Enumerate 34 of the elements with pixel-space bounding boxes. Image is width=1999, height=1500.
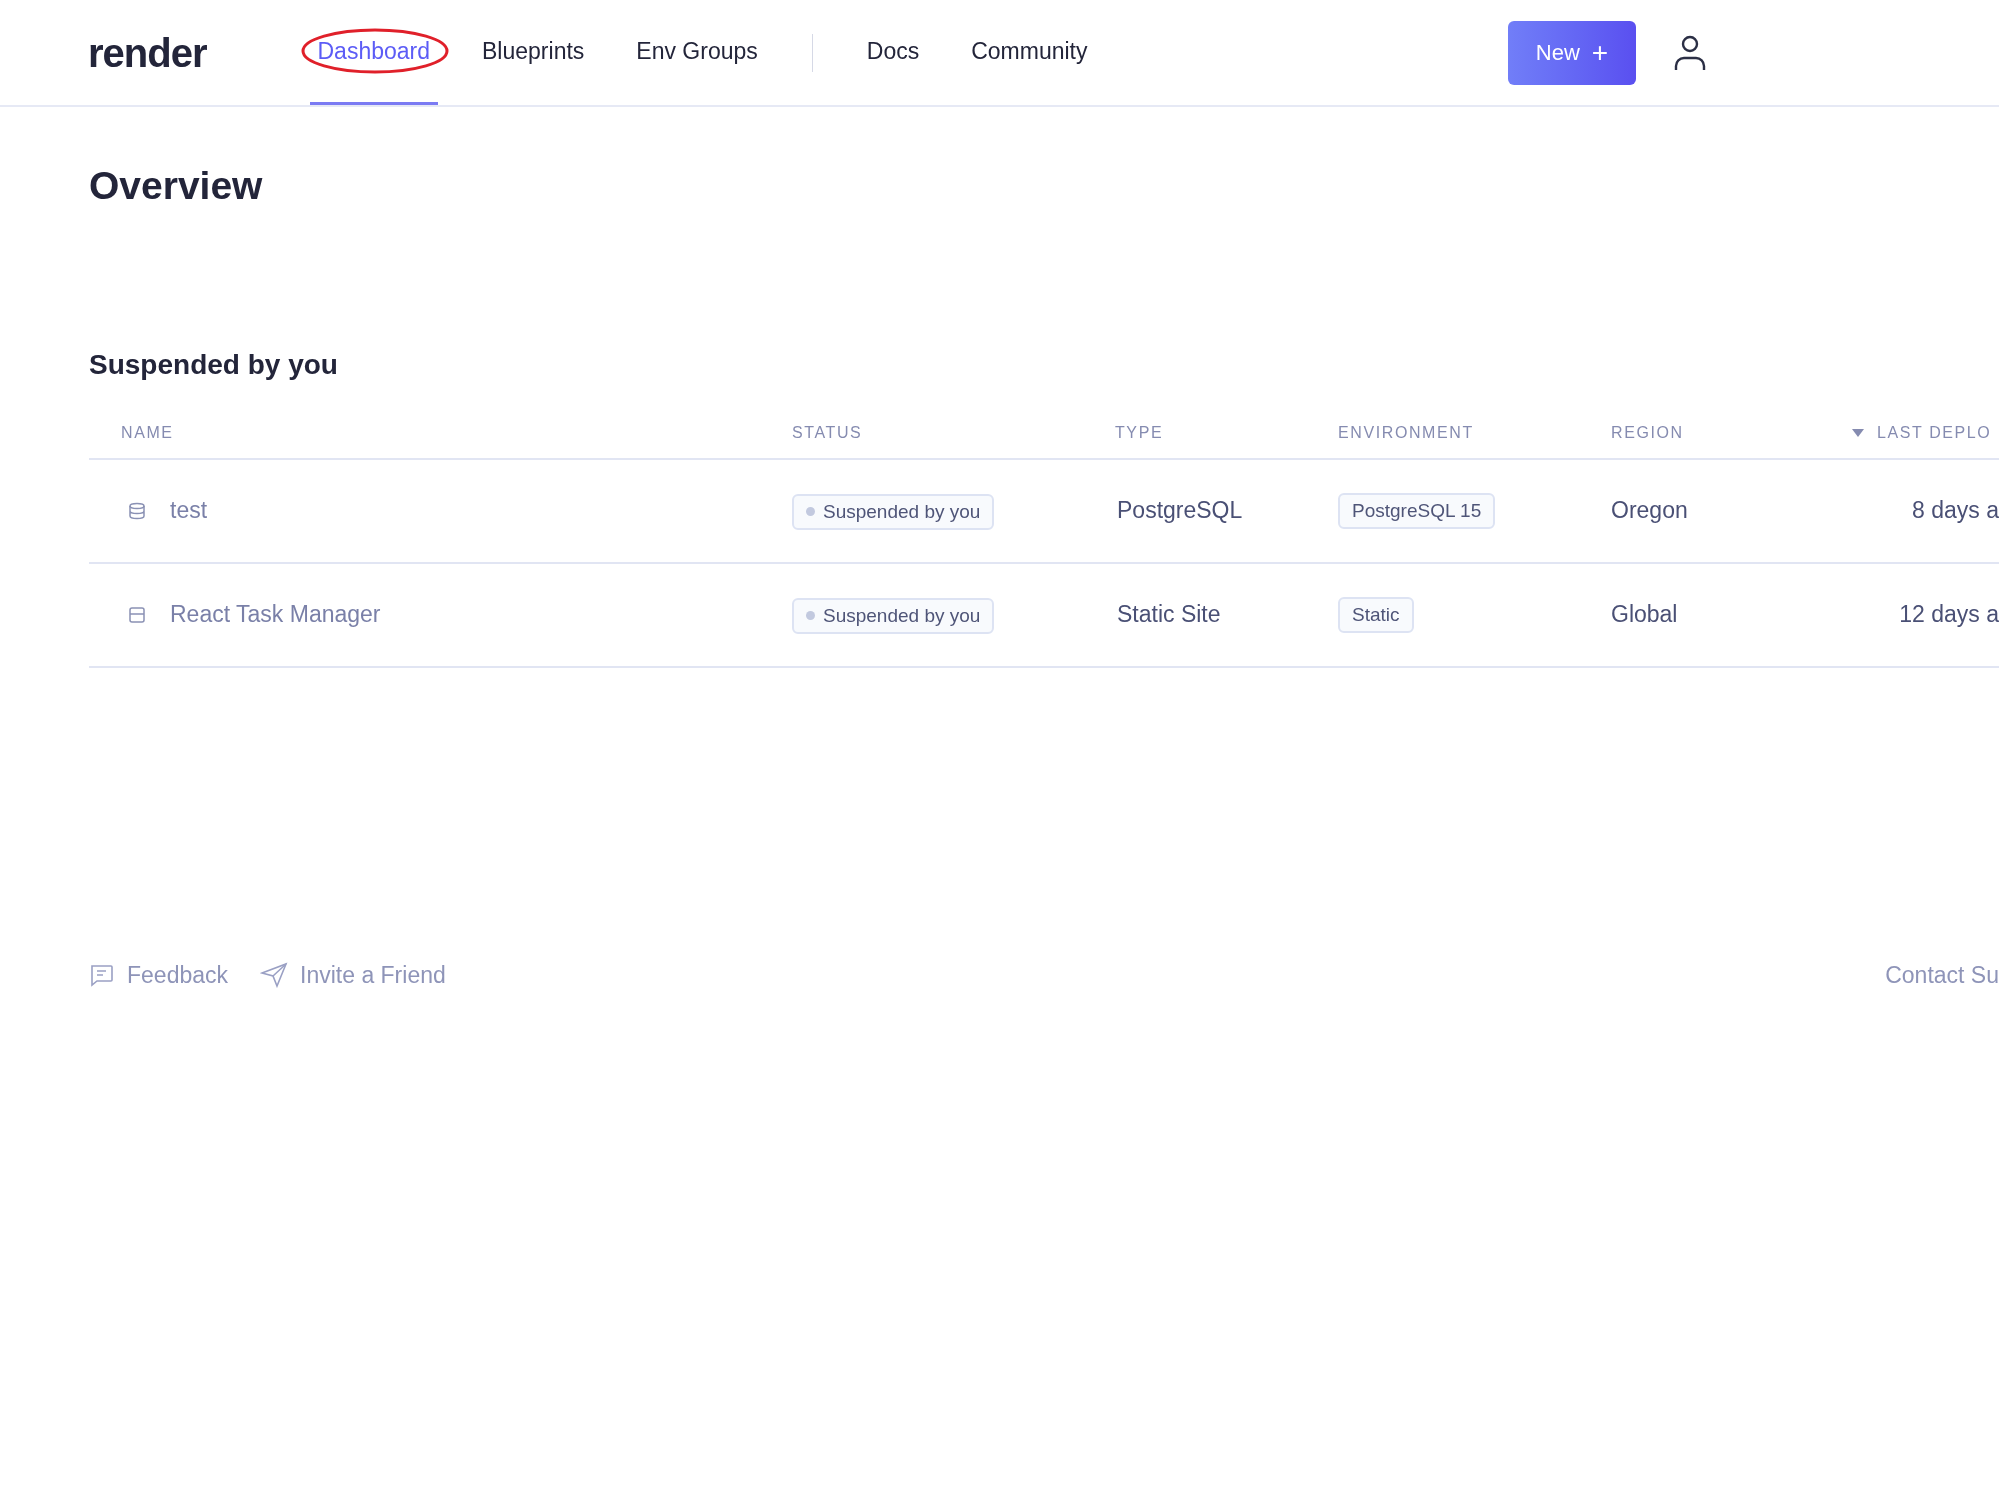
environment-tag: PostgreSQL 15 [1338, 493, 1496, 530]
nav-tab[interactable]: Env Groups [628, 0, 766, 105]
paper-plane-icon [260, 961, 288, 988]
column-header[interactable]: STATUS [792, 420, 1115, 445]
column-header[interactable]: LAST DEPLO [1851, 420, 1999, 445]
footer-link[interactable]: Invite a Friend [260, 957, 446, 992]
table-cell-text: PostgreSQL [1116, 496, 1244, 526]
page-title: Overview [89, 163, 264, 209]
logo[interactable]: render [88, 22, 207, 83]
nav-tab[interactable]: Dashboard [309, 0, 439, 105]
window-icon [128, 605, 146, 624]
status-badge: Suspended by you [792, 597, 995, 634]
table-cell-text: 8 days a [1911, 496, 1999, 526]
table-cell-text: 12 days a [1898, 600, 1999, 630]
section-title: Suspended by you [89, 347, 339, 382]
service-name[interactable]: test [170, 493, 208, 528]
column-header[interactable]: ENVIRONMENT [1338, 420, 1611, 445]
table-cell-text: Global [1611, 600, 1679, 630]
status-badge: Suspended by you [792, 493, 995, 530]
environment-tag: Static [1338, 597, 1414, 634]
column-header[interactable]: TYPE [1115, 420, 1338, 445]
table-cell-text: Oregon [1611, 496, 1689, 526]
nav-tab[interactable]: Blueprints [474, 0, 593, 105]
service-name[interactable]: React Task Manager [170, 597, 381, 632]
user-icon [1672, 33, 1708, 72]
new-button[interactable]: New + [1508, 20, 1636, 85]
database-icon [128, 501, 146, 520]
table-cell-text: Static Site [1116, 600, 1222, 630]
contact-link[interactable]: Contact Su [1885, 957, 1999, 992]
footer-link[interactable]: Feedback [89, 957, 228, 992]
column-header[interactable]: REGION [1611, 420, 1851, 445]
column-header[interactable]: NAME [121, 420, 792, 445]
nav-tab[interactable]: Community [963, 0, 1096, 105]
nav-tab[interactable]: Docs [858, 0, 928, 105]
